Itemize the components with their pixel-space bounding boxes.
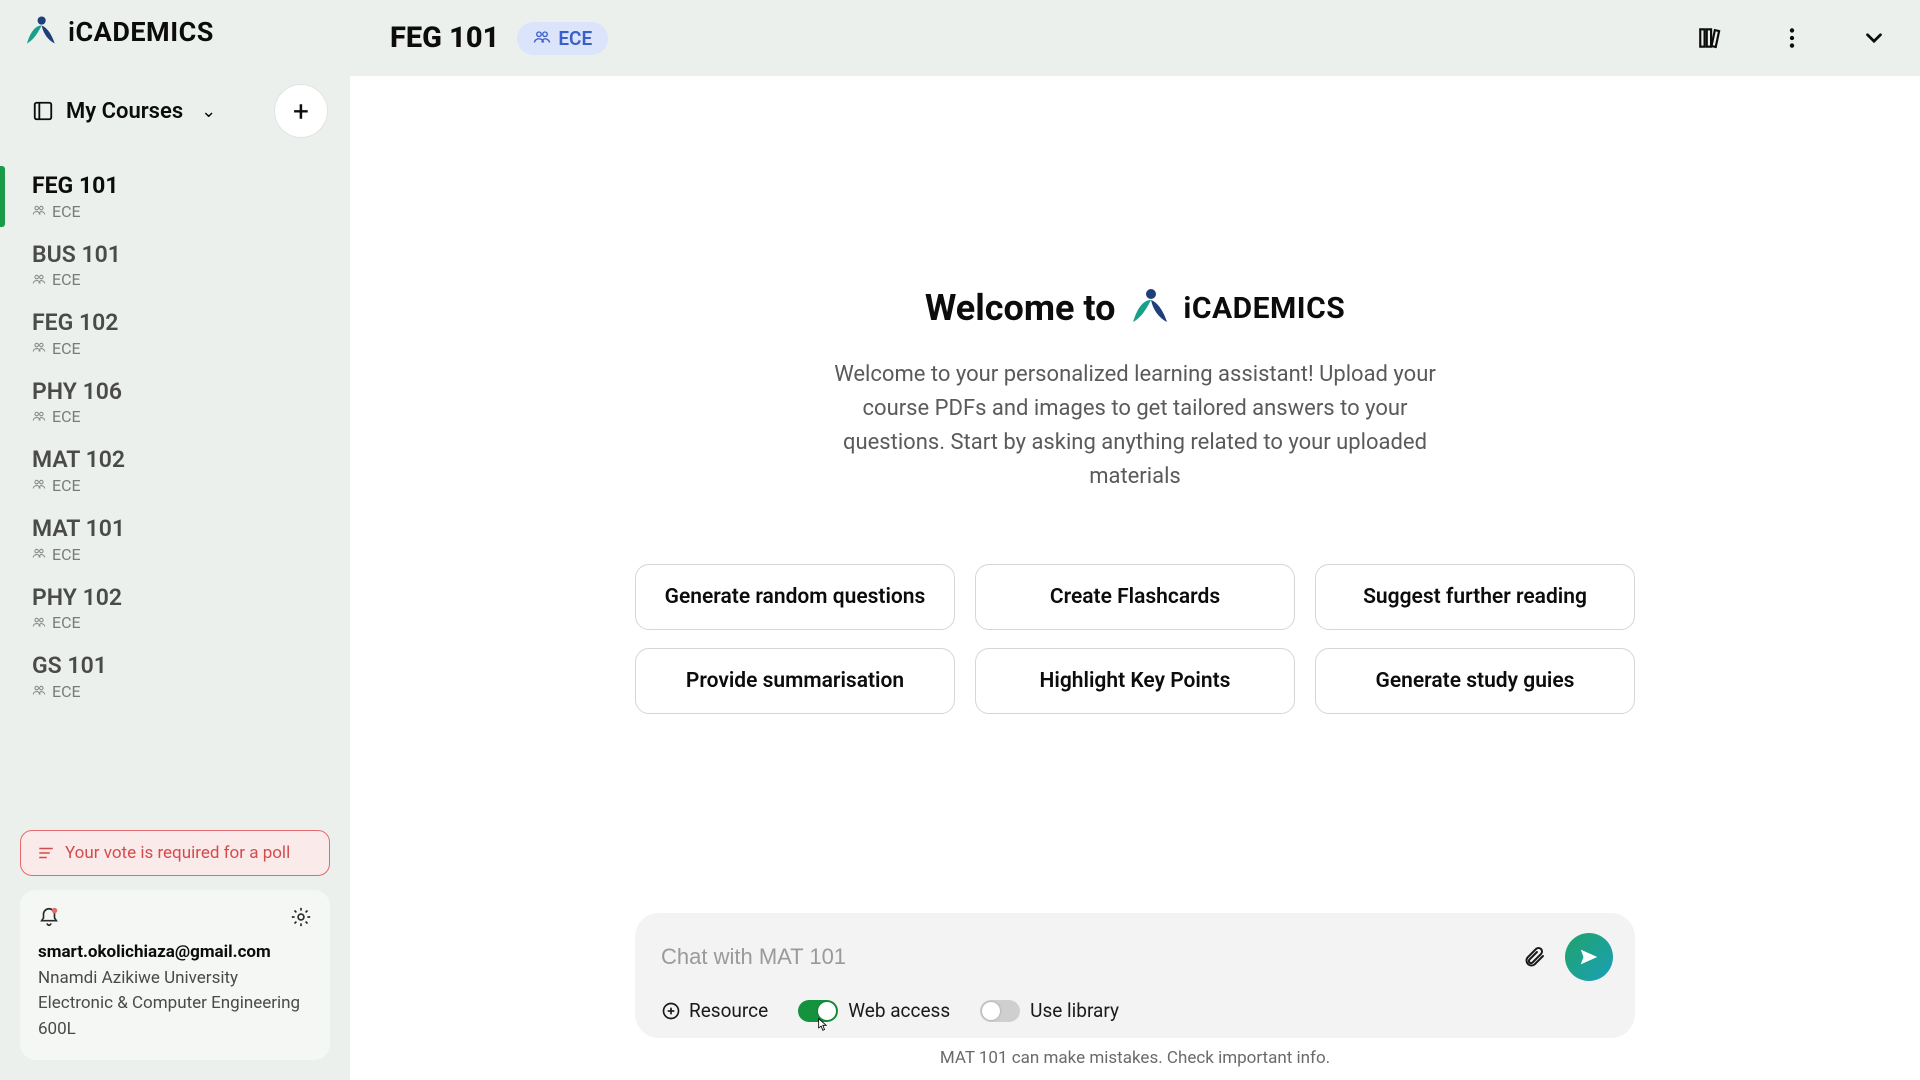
more-vertical-icon — [1779, 25, 1805, 51]
sidebar-course-item[interactable]: BUS 101ECE — [0, 231, 350, 300]
course-list: FEG 101ECEBUS 101ECEFEG 102ECEPHY 106ECE… — [0, 158, 350, 715]
user-level: 600L — [38, 1017, 312, 1043]
user-card: smart.okolichiaza@gmail.com Nnamdi Aziki… — [20, 890, 330, 1061]
welcome-brand: iCADEMICS — [1183, 291, 1345, 326]
people-icon — [533, 29, 551, 47]
course-dept: ECE — [52, 476, 81, 495]
sidebar-course-item[interactable]: PHY 102ECE — [0, 574, 350, 643]
book-icon — [32, 100, 54, 122]
sidebar-course-item[interactable]: FEG 102 ECE — [0, 299, 350, 368]
sidebar-course-item[interactable]: MAT 102 ECE — [0, 436, 350, 505]
course-dept: ECE — [52, 682, 81, 701]
course-code: GS 101 — [32, 652, 328, 680]
send-icon — [1578, 946, 1600, 968]
sidebar-course-item[interactable]: FEG 101 ECE — [0, 162, 350, 231]
collapse-button[interactable] — [1856, 20, 1892, 56]
course-code: FEG 101 — [32, 172, 328, 200]
notifications-icon[interactable] — [38, 906, 60, 928]
people-icon — [32, 273, 46, 287]
people-icon — [32, 616, 46, 630]
vote-alert[interactable]: Your vote is required for a poll — [20, 830, 330, 876]
user-university: Nnamdi Azikiwe University — [38, 966, 312, 992]
sidebar-course-item[interactable]: MAT 101 ECE — [0, 505, 350, 574]
brand-name: iCADEMICS — [68, 16, 214, 48]
web-access-label: Web access — [848, 999, 950, 1022]
course-dept: ECE — [52, 545, 81, 564]
people-icon — [32, 410, 46, 424]
my-courses-dropdown[interactable]: My Courses ⌄ — [32, 99, 216, 124]
user-program: Electronic & Computer Engineering — [38, 991, 312, 1017]
people-icon — [32, 341, 46, 355]
course-code: BUS 101 — [32, 241, 328, 269]
chat-input[interactable] — [661, 944, 1503, 970]
paperclip-icon — [1522, 945, 1546, 969]
plus-circle-icon — [661, 1001, 681, 1021]
web-access-toggle[interactable] — [798, 1000, 838, 1022]
welcome-prefix: Welcome to — [925, 287, 1116, 329]
resource-label: Resource — [689, 999, 768, 1022]
people-icon — [32, 478, 46, 492]
chevron-down-icon — [1861, 25, 1887, 51]
logo-mark-icon — [1127, 286, 1171, 330]
suggestion-card[interactable]: Highlight Key Points — [975, 648, 1295, 714]
library-icon — [1697, 25, 1723, 51]
course-code: PHY 102 — [32, 584, 328, 612]
library-icon-button[interactable] — [1692, 20, 1728, 56]
add-course-button[interactable]: + — [274, 84, 328, 138]
more-menu-button[interactable] — [1774, 20, 1810, 56]
course-code: FEG 102 — [32, 309, 328, 337]
course-dept: ECE — [52, 613, 81, 632]
chat-bar: Resource Web access Use library — [635, 913, 1635, 1038]
welcome-description: Welcome to your personalized learning as… — [815, 358, 1455, 494]
course-dept: ECE — [52, 339, 81, 358]
settings-icon[interactable] — [290, 906, 312, 928]
user-email: smart.okolichiaza@gmail.com — [38, 942, 312, 962]
chevron-down-icon: ⌄ — [201, 101, 216, 122]
send-button[interactable] — [1565, 933, 1613, 981]
course-dept: ECE — [52, 202, 81, 221]
suggestion-card[interactable]: Generate random questions — [635, 564, 955, 630]
sidebar: iCADEMICS My Courses ⌄ + FEG 101ECEBUS 1… — [0, 0, 350, 1080]
course-code: MAT 102 — [32, 446, 328, 474]
people-icon — [32, 204, 46, 218]
sidebar-course-item[interactable]: GS 101 ECE — [0, 642, 350, 711]
logo-mark-icon — [22, 14, 58, 50]
attach-button[interactable] — [1517, 940, 1551, 974]
people-icon — [32, 684, 46, 698]
header-course-code: FEG 101 — [390, 21, 499, 55]
main-area: FEG 101 ECE — [350, 0, 1920, 1080]
my-courses-label: My Courses — [66, 99, 183, 124]
course-code: PHY 106 — [32, 378, 328, 406]
course-dept: ECE — [52, 270, 81, 289]
header-dept-badge[interactable]: ECE — [517, 22, 608, 55]
course-code: MAT 101 — [32, 515, 328, 543]
use-library-label: Use library — [1030, 999, 1119, 1022]
suggestion-card[interactable]: Provide summarisation — [635, 648, 955, 714]
vote-alert-text: Your vote is required for a poll — [65, 843, 290, 863]
suggestion-grid: Generate random questions Create Flashcar… — [635, 564, 1635, 714]
brand-logo[interactable]: iCADEMICS — [0, 14, 350, 68]
sidebar-course-item[interactable]: PHY 106ECE — [0, 368, 350, 437]
use-library-toggle[interactable] — [980, 1000, 1020, 1022]
suggestion-card[interactable]: Create Flashcards — [975, 564, 1295, 630]
page-header: FEG 101 ECE — [350, 0, 1920, 76]
suggestion-card[interactable]: Generate study guies — [1315, 648, 1635, 714]
course-dept: ECE — [52, 407, 81, 426]
add-resource-button[interactable]: Resource — [661, 999, 768, 1022]
lines-icon — [37, 844, 55, 862]
people-icon — [32, 547, 46, 561]
suggestion-card[interactable]: Suggest further reading — [1315, 564, 1635, 630]
chat-disclaimer: MAT 101 can make mistakes. Check importa… — [940, 1048, 1330, 1068]
